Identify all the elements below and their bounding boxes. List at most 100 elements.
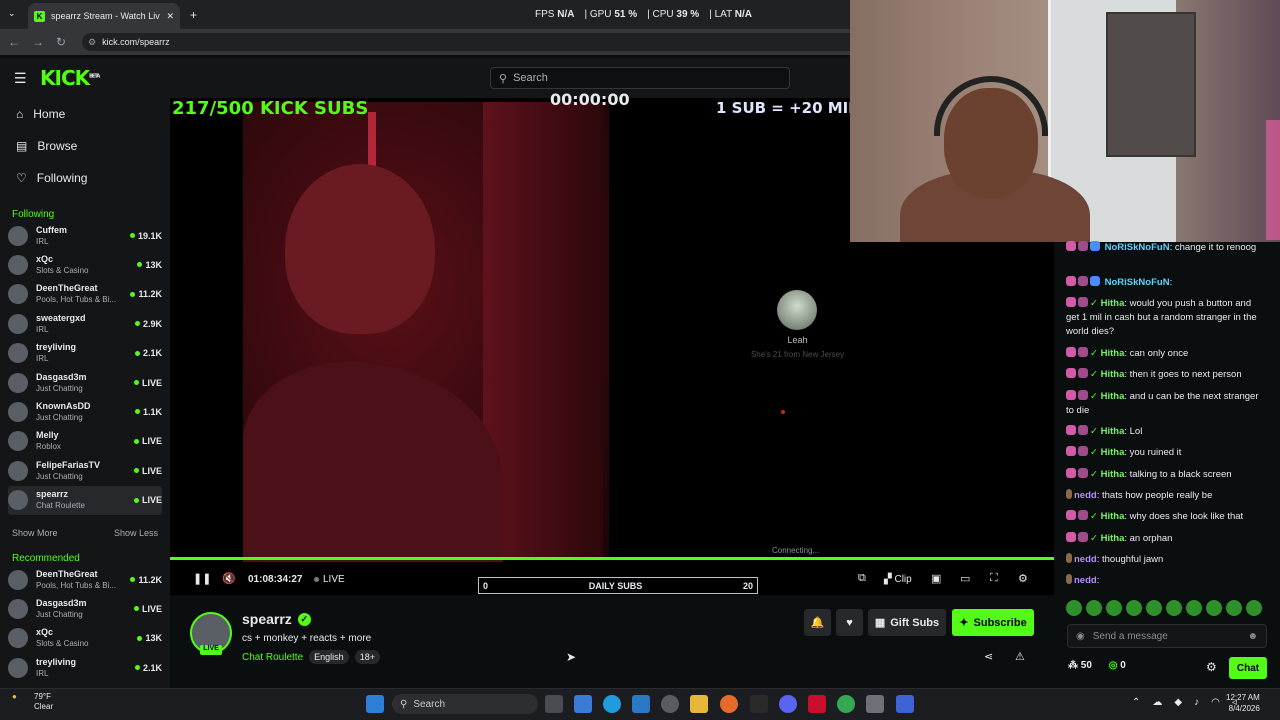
task-view-icon[interactable] xyxy=(545,695,563,713)
nav-browse[interactable]: ▤ Browse xyxy=(16,139,77,153)
sidebar-channel-cuffem[interactable]: Cuffem IRL 19.1K xyxy=(8,221,162,250)
windows-start-icon[interactable] xyxy=(366,695,384,713)
chrome-icon[interactable] xyxy=(837,695,855,713)
store-icon[interactable] xyxy=(632,695,650,713)
emote-bar[interactable] xyxy=(1066,600,1262,616)
chat-username[interactable]: Hitha xyxy=(1101,426,1125,437)
sidebar-channel-deenthegreat[interactable]: DeenTheGreat Pools, Hot Tubs & Bi... 11.2K xyxy=(8,565,162,594)
chat-username[interactable]: NoRiSkNoFuN xyxy=(1105,277,1170,288)
subscribe-button[interactable]: ✦ Subscribe xyxy=(952,609,1034,636)
emote-icon[interactable] xyxy=(1166,600,1182,616)
clip-button[interactable]: ▞ Clip xyxy=(884,574,912,585)
chat-username[interactable]: Hitha xyxy=(1101,533,1125,544)
sidebar-channel-xqc[interactable]: xQc Slots & Casino 13K xyxy=(8,250,162,279)
share-icon[interactable]: ⋖ xyxy=(984,650,993,663)
emote-icon[interactable] xyxy=(1206,600,1222,616)
site-info-icon[interactable]: ⚙ xyxy=(88,37,96,48)
wifi-icon[interactable]: ◠ xyxy=(1211,697,1220,708)
chat-username[interactable]: nedd xyxy=(1074,490,1097,501)
emote-icon[interactable] xyxy=(1186,600,1202,616)
firefox-icon[interactable] xyxy=(720,695,738,713)
weather-widget[interactable]: ● 79°F Clear xyxy=(12,692,53,711)
mail-icon[interactable] xyxy=(574,695,592,713)
search-input[interactable]: ⚲ Search xyxy=(490,67,790,89)
follow-button[interactable]: ♥ xyxy=(836,609,863,636)
emote-icon[interactable] xyxy=(1086,600,1102,616)
chevron-up-icon[interactable]: ⌃ xyxy=(1132,697,1140,708)
show-more-button[interactable]: Show More xyxy=(12,528,58,538)
discord-icon[interactable] xyxy=(779,695,797,713)
chat-username[interactable]: Hitha xyxy=(1101,348,1125,359)
notify-button[interactable]: 🔔 xyxy=(804,609,831,636)
chat-username[interactable]: Hitha xyxy=(1101,469,1125,480)
sidebar-channel-knownasdd[interactable]: KnownAsDD Just Chatting 1.1K xyxy=(8,397,162,426)
back-icon[interactable]: ← xyxy=(8,35,20,49)
progress-bar[interactable] xyxy=(170,557,1054,560)
emote-icon[interactable] xyxy=(1246,600,1262,616)
chat-username[interactable]: Hitha xyxy=(1101,298,1125,309)
chat-username[interactable]: Hitha xyxy=(1101,391,1125,402)
miniplayer-icon[interactable]: ⧉ xyxy=(858,572,866,585)
app-icon-blue[interactable] xyxy=(896,695,914,713)
sidebar-channel-treyliving[interactable]: treyliving IRL 2.1K xyxy=(8,653,162,682)
gift-subs-button[interactable]: ▦ Gift Subs xyxy=(868,609,946,636)
browser-tab[interactable]: K spearrz Stream - Watch Live on ✕ xyxy=(28,3,180,29)
mic-icon[interactable]: ♪ xyxy=(1194,697,1199,708)
report-icon[interactable]: ⚠ xyxy=(1015,650,1025,663)
mute-icon[interactable]: 🔇 xyxy=(222,572,236,585)
app-icon[interactable] xyxy=(661,695,679,713)
chat-username[interactable]: nedd xyxy=(1074,554,1097,565)
nav-home[interactable]: ⌂ Home xyxy=(16,107,65,121)
settings-app-icon[interactable] xyxy=(866,695,884,713)
nav-following[interactable]: ♡ Following xyxy=(16,171,87,185)
captions-icon[interactable]: ▣ xyxy=(931,572,941,585)
sidebar-channel-sweatergxd[interactable]: sweatergxd IRL 2.9K xyxy=(8,309,162,338)
emote-icon[interactable] xyxy=(1126,600,1142,616)
chat-send-button[interactable]: Chat xyxy=(1229,657,1267,679)
sidebar-channel-melly[interactable]: Melly Roblox LIVE xyxy=(8,427,162,456)
fullscreen-icon[interactable]: ⛶ xyxy=(990,572,998,585)
clock[interactable]: 12:27 AM 8/4/2026 xyxy=(1226,692,1260,714)
sidebar-channel-deenthegreat[interactable]: DeenTheGreat Pools, Hot Tubs & Bi... 11.2K xyxy=(8,280,162,309)
forward-icon[interactable]: → xyxy=(32,35,44,49)
sidebar-channel-treyliving[interactable]: treyliving IRL 2.1K xyxy=(8,339,162,368)
chat-username[interactable]: NoRiSkNoFuN xyxy=(1105,242,1170,253)
new-tab-icon[interactable]: + xyxy=(190,8,197,22)
tag-language[interactable]: English xyxy=(309,650,349,664)
edge-icon[interactable] xyxy=(603,695,621,713)
chat-username[interactable]: Hitha xyxy=(1101,511,1125,522)
sidebar-channel-felipefariastv[interactable]: FelipeFariasTV Just Chatting LIVE xyxy=(8,456,162,485)
tab-search-icon[interactable]: ⌄ xyxy=(8,8,16,19)
address-bar[interactable]: ⚙ kick.com/spearrz xyxy=(82,33,850,51)
tab-close-icon[interactable]: ✕ xyxy=(166,11,174,22)
taskbar-search[interactable]: ⚲ Search xyxy=(392,694,538,714)
chat-username[interactable]: Hitha xyxy=(1101,369,1125,380)
reload-icon[interactable]: ↻ xyxy=(56,35,66,49)
channel-name[interactable]: spearrz ✓ xyxy=(242,611,311,627)
emote-icon[interactable] xyxy=(1226,600,1242,616)
kick-logo[interactable]: KICKBETA xyxy=(40,66,100,90)
system-tray[interactable]: ⌃ ☁ ◆ ♪ ◠ ◃ xyxy=(1132,697,1237,708)
show-less-button[interactable]: Show Less xyxy=(114,528,158,538)
category-link[interactable]: Chat Roulette xyxy=(242,652,303,663)
shield-icon[interactable]: ◆ xyxy=(1174,697,1182,708)
sidebar-channel-dasgasd3m[interactable]: Dasgasd3m Just Chatting LIVE xyxy=(8,594,162,623)
file-explorer-icon[interactable] xyxy=(690,695,708,713)
menu-icon[interactable]: ☰ xyxy=(14,70,27,87)
theater-icon[interactable]: ▭ xyxy=(960,572,970,585)
chat-input[interactable]: ◉ Send a message ☻ xyxy=(1067,624,1267,648)
epic-games-icon[interactable] xyxy=(750,695,768,713)
tag-mature[interactable]: 18+ xyxy=(354,650,380,664)
emote-icon[interactable] xyxy=(1106,600,1122,616)
chat-settings-icon[interactable]: ⚙ xyxy=(1206,660,1217,674)
pause-icon[interactable]: ❚❚ xyxy=(193,572,211,585)
chat-username[interactable]: nedd xyxy=(1074,575,1097,586)
settings-icon[interactable]: ⚙ xyxy=(1018,572,1028,585)
chat-username[interactable]: Hitha xyxy=(1101,447,1125,458)
cloud-icon[interactable]: ☁ xyxy=(1152,697,1162,708)
sidebar-channel-dasgasd3m[interactable]: Dasgasd3m Just Chatting LIVE xyxy=(8,368,162,397)
sidebar-channel-xqc[interactable]: xQc Slots & Casino 13K xyxy=(8,624,162,653)
netflix-icon[interactable] xyxy=(808,695,826,713)
emote-icon[interactable] xyxy=(1146,600,1162,616)
emote-icon[interactable] xyxy=(1066,600,1082,616)
